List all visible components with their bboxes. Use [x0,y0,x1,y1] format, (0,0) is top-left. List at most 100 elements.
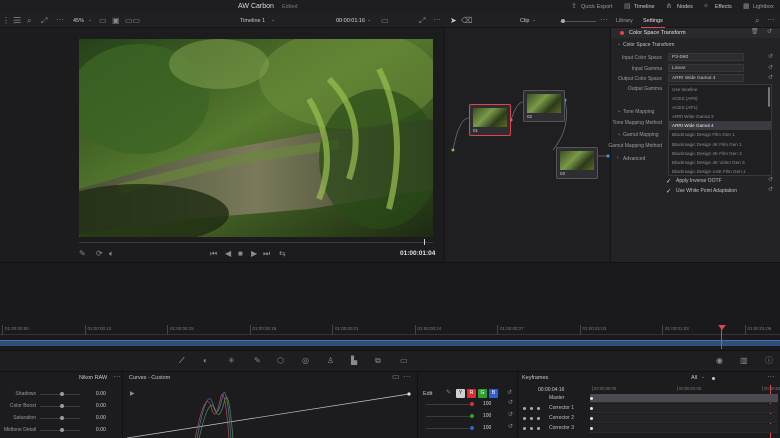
lightbox-button[interactable]: Lightbox [753,4,774,10]
info-icon[interactable]: ⓘ [765,357,773,365]
curve-intensity-reset-icon[interactable]: ↺ [508,400,513,406]
channel-blue-button[interactable]: B [489,389,498,398]
keyframe-track-row[interactable]: Corrector 3 [518,424,780,433]
more-icon[interactable]: ··· [56,16,64,24]
section-collapse-icon[interactable]: ⌄ [617,42,621,47]
keyframes-dot-icon[interactable] [712,377,715,380]
single-view-icon[interactable]: ▭ [99,17,107,25]
timeline-selector[interactable]: Timeline 1 [240,18,265,24]
dropdown-option[interactable]: Blackmagic Design Film Gen 1 [669,130,771,139]
trash-icon[interactable]: ⌫ [461,17,472,25]
dropdown-scrollbar[interactable] [768,87,770,107]
raw-setting-value[interactable]: 0.00 [96,403,106,409]
curve-intensity-slider[interactable] [426,404,470,405]
effects-icon[interactable]: ✧ [703,3,709,10]
curves-link-icon[interactable]: ▭ [392,373,400,381]
pointer-tool-icon[interactable]: ➤ [450,17,457,25]
curves-palette-icon[interactable]: ⟋ [179,357,185,365]
curve-intensity-value[interactable]: 100 [483,413,491,419]
search-icon[interactable]: ⌕ [27,17,31,25]
track-toggle-dot[interactable] [523,407,526,410]
effect-active-dot[interactable] [620,31,624,35]
keyframe-track-row[interactable]: Master [518,394,780,403]
channel-luma-button[interactable]: Y [456,389,465,398]
curve-intensity-handle[interactable] [470,402,474,406]
apply-inverse-ootf-checkbox[interactable]: ✓ [666,178,671,185]
sizing-palette-icon[interactable]: ▭ [400,357,408,365]
curve-intensity-value[interactable]: 100 [483,425,491,431]
lightbox-icon[interactable]: ▦ [743,3,750,10]
raw-setting-value[interactable]: 0.00 [96,391,106,397]
raw-setting-value[interactable]: 0.00 [96,415,106,421]
track-toggle-dot[interactable] [530,427,533,430]
info-palette-icon[interactable]: ▥ [740,357,748,365]
track-toggle-dot[interactable] [523,427,526,430]
node-01[interactable]: 01 [469,104,511,136]
white-point-checkbox[interactable]: ✓ [666,188,671,195]
dropdown-option[interactable]: Use timeline [669,85,771,94]
step-back-icon[interactable]: ◀︎ [225,250,231,258]
stop-icon[interactable]: ■ [238,250,243,258]
node-03[interactable]: 03 [556,147,598,179]
timeline-icon[interactable]: ▤ [624,3,631,10]
track-toggle-dot[interactable] [537,407,540,410]
keyframe-track-row[interactable]: Corrector 2 [518,414,780,423]
split-view-icon[interactable]: ▣ [112,17,120,25]
delete-effect-icon[interactable]: 🗑︎ [751,29,759,35]
play-icon[interactable]: ▶︎ [251,250,257,258]
list-view-icon[interactable]: ☰ [14,17,21,25]
dropdown-option[interactable]: Blackmagic Design 4K Film Gen 1 [669,140,771,149]
blur-palette-icon[interactable]: ▙ [351,357,357,365]
keyframes-filter[interactable]: All [691,375,697,381]
dual-view-icon[interactable]: ▭▭ [125,17,140,25]
raw-setting-value[interactable]: 0.00 [96,427,106,433]
quick-export-icon[interactable]: ⇪ [571,3,577,10]
raw-panel-more-icon[interactable]: ··· [113,373,121,381]
timeline-chevron-icon[interactable]: ⌄ [271,18,275,23]
curve-intensity-handle[interactable] [470,414,474,418]
qualifier-picker-icon[interactable]: ✎ [254,357,261,365]
nodes-icon[interactable]: ⋔ [666,3,672,10]
timeline-track[interactable] [0,340,780,346]
output-color-space-dropdown[interactable]: ARRI Wide Gamut 4 [668,74,744,82]
keyframe-marker[interactable] [590,397,593,400]
dropdown-option[interactable]: ACES (AP0) [669,94,771,103]
reset-ootf-icon[interactable]: ↺ [768,177,773,183]
zoom-chevron-icon[interactable]: ⌄ [88,18,92,23]
scopes-icon[interactable]: ◉ [716,357,723,365]
zoom-level[interactable]: 45% [73,18,84,24]
fit-icon[interactable]: ⤢ [41,17,47,25]
curves-more-icon[interactable]: ··· [403,373,411,381]
node-editor[interactable]: 01 02 03 [444,28,610,262]
more-options-icon[interactable]: ··· [433,16,441,24]
viewer-scrubber[interactable] [79,242,433,243]
input-color-space-dropdown[interactable]: P3-D60 [668,53,744,61]
advanced-chevron-icon[interactable]: › [617,156,619,161]
keyframes-filter-chevron-icon[interactable]: ⌄ [701,375,705,380]
track-toggle-dot[interactable] [523,417,526,420]
timeline-ruler[interactable]: 01:00:00:00 01:00:00:12 01:00:00:15 01:00:0… [0,325,780,335]
track-toggle-dot[interactable] [530,417,533,420]
dropdown-option[interactable]: Blackmagic Design 4K Video Gen 3 [669,158,771,167]
key-palette-icon[interactable]: ⧉ [375,357,381,365]
keyframes-ruler[interactable]: 00:00:00:00 00:00:02:03 00:00:04:16 [590,385,780,393]
reset-input-gamma-icon[interactable]: ↺ [768,65,773,71]
timeline-playhead-handle[interactable] [718,325,726,330]
raw-setting-handle[interactable] [60,404,64,408]
keyframe-track-bar[interactable] [590,414,778,423]
keyframe-marker[interactable] [590,417,593,420]
raw-setting-handle[interactable] [60,416,64,420]
inspector-more-icon[interactable]: ··· [767,16,775,24]
window-palette-icon[interactable]: ⬡ [277,357,284,365]
keyframe-track-bar[interactable] [590,424,778,433]
inspector-search-icon[interactable]: ⌕ [755,17,759,25]
node-zoom-slider[interactable] [560,21,596,22]
warper-palette-icon[interactable]: ◐ [203,357,208,365]
tone-mapping-chevron-icon[interactable]: ⌄ [617,109,621,114]
clip-selector[interactable]: Clip [520,18,529,24]
track-toggle-dot[interactable] [530,407,533,410]
curve-intensity-slider[interactable] [426,428,470,429]
fullscreen-icon[interactable]: ⤢ [419,17,425,25]
curves-graph[interactable] [127,384,413,438]
nodes-button[interactable]: Nodes [677,4,693,10]
